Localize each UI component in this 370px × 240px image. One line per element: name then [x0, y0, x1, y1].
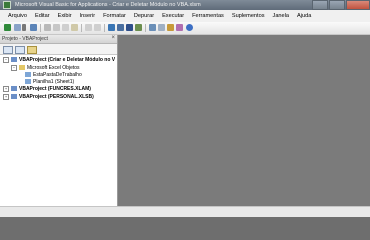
project-pane-toolbar	[0, 44, 117, 55]
menu-inserir[interactable]: Inserir	[80, 13, 96, 19]
copy-icon[interactable]	[53, 24, 60, 31]
tree-node-label: VBAProject (Criar e Deletar Módulo no V	[19, 56, 116, 63]
collapse-icon[interactable]: −	[3, 56, 9, 63]
break-icon[interactable]	[117, 24, 124, 31]
menu-suplementos[interactable]: Suplementos	[232, 13, 265, 19]
collapse-icon[interactable]: −	[11, 64, 17, 71]
reset-icon[interactable]	[126, 24, 133, 31]
toolbox-icon[interactable]	[176, 24, 183, 31]
save-icon[interactable]	[30, 24, 37, 31]
tree-node-planilha1[interactable]: Planilha1 (Sheet1)	[25, 78, 74, 85]
menu-arquivo[interactable]: Arquivo	[8, 13, 27, 19]
tree-node-vbaproject-funcres[interactable]: + VBAProject (FUNCRES.XLAM)	[3, 85, 91, 92]
toolbar-separator	[40, 24, 41, 32]
design-mode-icon[interactable]	[135, 24, 142, 31]
minimize-button[interactable]	[312, 0, 328, 10]
cut-icon[interactable]	[44, 24, 51, 31]
window-controls	[311, 0, 370, 10]
view-excel-icon[interactable]	[4, 24, 11, 31]
vba-app-icon	[3, 1, 11, 9]
code-workspace	[118, 35, 370, 206]
view-object-icon[interactable]	[15, 46, 25, 54]
tree-node-label: VBAProject (FUNCRES.XLAM)	[19, 85, 91, 92]
workbook-icon	[25, 72, 31, 77]
menu-ajuda[interactable]: Ajuda	[297, 13, 311, 19]
project-pane-title: Projeto - VBAProject	[2, 36, 48, 42]
menu-formatar[interactable]: Formatar	[103, 13, 126, 19]
worksheet-icon	[25, 79, 31, 84]
paste-icon[interactable]	[62, 24, 69, 31]
vba-project-icon	[11, 86, 17, 91]
vba-project-icon	[11, 57, 17, 62]
object-browser-icon[interactable]	[167, 24, 174, 31]
properties-window-icon[interactable]	[158, 24, 165, 31]
close-button[interactable]	[346, 0, 370, 10]
expand-icon[interactable]: +	[3, 85, 9, 92]
find-icon[interactable]	[71, 24, 78, 31]
close-icon[interactable]: ×	[111, 35, 115, 41]
tree-node-vbaproject-criar[interactable]: − VBAProject (Criar e Deletar Módulo no …	[3, 56, 115, 63]
toolbar-separator	[104, 24, 105, 32]
menu-depurar[interactable]: Depurar	[134, 13, 154, 19]
toolbar-separator	[81, 24, 82, 32]
expand-icon[interactable]: +	[3, 93, 9, 100]
insert-module-icon[interactable]	[14, 24, 21, 31]
menu-editar[interactable]: Editar	[35, 13, 50, 19]
tree-node-vbaproject-personal[interactable]: + VBAProject (PERSONAL.XLSB)	[3, 93, 94, 100]
tree-node-excel-objects[interactable]: − Microsoft Excel Objetos	[11, 64, 80, 71]
vba-project-icon	[11, 94, 17, 99]
tree-node-label: Microsoft Excel Objetos	[27, 64, 80, 71]
toolbar-separator	[145, 24, 146, 32]
toggle-folders-icon[interactable]	[27, 46, 37, 54]
menu-ferramentas[interactable]: Ferramentas	[192, 13, 224, 19]
standard-toolbar	[0, 22, 370, 35]
run-icon[interactable]	[108, 24, 115, 31]
menu-exibir[interactable]: Exibir	[58, 13, 72, 19]
tree-node-label: EstaPastaDeTrabalho	[33, 71, 82, 78]
redo-icon[interactable]	[94, 24, 101, 31]
view-code-icon[interactable]	[3, 46, 13, 54]
maximize-button[interactable]	[329, 0, 345, 10]
undo-icon[interactable]	[85, 24, 92, 31]
tree-node-label: Planilha1 (Sheet1)	[33, 78, 75, 85]
menu-executar[interactable]: Executar	[162, 13, 184, 19]
folder-icon	[19, 65, 25, 70]
status-bar	[0, 206, 370, 217]
help-icon[interactable]	[186, 24, 193, 31]
project-explorer-pane: Projeto - VBAProject × − VBAProject (Cri…	[0, 35, 118, 206]
dropdown-arrow-icon[interactable]	[22, 24, 26, 31]
menu-janela[interactable]: Janela	[273, 13, 289, 19]
tree-node-label: VBAProject (PERSONAL.XLSB)	[19, 93, 94, 100]
project-pane-titlebar: Projeto - VBAProject ×	[0, 35, 117, 44]
tree-node-estapasta[interactable]: EstaPastaDeTrabalho	[25, 71, 82, 78]
project-explorer-icon[interactable]	[149, 24, 156, 31]
window-title: Microsoft Visual Basic for Applications …	[15, 2, 201, 8]
title-bar: Microsoft Visual Basic for Applications …	[0, 0, 370, 10]
